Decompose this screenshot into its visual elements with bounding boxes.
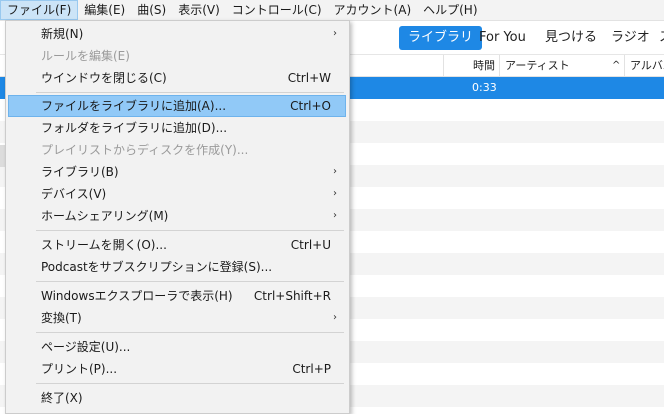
menu-item-shortcut: Ctrl+O [290,99,331,113]
menu-item-label: ルールを編集(E) [41,49,130,63]
menu-item-label: デバイス(V) [41,187,107,201]
column-album-label: アルバム [630,59,664,72]
menu-item-label: 終了(X) [41,391,83,405]
menu-item-home-sharing[interactable]: ホームシェアリング(M) › [8,205,346,227]
menu-item-new[interactable]: 新規(N) › [8,23,346,45]
column-time-label: 時間 [473,59,495,72]
menu-separator [36,230,344,231]
menu-item-print[interactable]: プリント(P)... Ctrl+P [8,358,346,380]
column-time[interactable]: 時間 [443,55,495,76]
submenu-arrow-icon: › [333,28,337,39]
row-time: 0:33 [472,81,497,94]
menu-bar: ファイル(F) 編集(E) 曲(S) 表示(V) コントロール(C) アカウント… [0,0,664,21]
menu-item-shortcut: Ctrl+U [290,238,331,252]
menu-account[interactable]: アカウント(A) [328,0,418,20]
menu-edit[interactable]: 編集(E) [78,0,131,20]
menu-item-label: ウインドウを閉じる(C) [41,71,167,85]
menu-item-add-file-to-library[interactable]: ファイルをライブラリに追加(A)... Ctrl+O [8,95,346,117]
submenu-arrow-icon: › [333,210,337,221]
menu-item-label: 新規(N) [41,27,84,41]
menu-item-label: プリント(P)... [41,362,118,376]
menu-help[interactable]: ヘルプ(H) [417,0,483,20]
tab-browse[interactable]: 見つける [536,26,606,50]
menu-item-close-window[interactable]: ウインドウを閉じる(C) Ctrl+W [8,67,346,89]
menu-item-library[interactable]: ライブラリ(B) › [8,161,346,183]
submenu-arrow-icon: › [333,312,337,323]
menu-item-show-in-explorer[interactable]: Windowsエクスプローラで表示(H) Ctrl+Shift+R [8,285,346,307]
submenu-arrow-icon: › [333,166,337,177]
menu-separator [36,92,344,93]
menu-item-burn-playlist: プレイリストからディスクを作成(Y)... [8,139,346,161]
menu-item-page-setup[interactable]: ページ設定(U)... [8,336,346,358]
menu-item-label: ファイルをライブラリに追加(A)... [41,99,227,113]
column-artist[interactable]: アーティスト ^ [499,55,625,76]
menu-separator [36,383,344,384]
menu-item-shortcut: Ctrl+P [292,362,331,376]
menu-separator [36,332,344,333]
menu-item-shortcut: Ctrl+Shift+R [253,289,331,303]
column-album[interactable]: アルバム [624,55,664,76]
menu-item-label: Windowsエクスプローラで表示(H) [41,289,233,303]
menu-song[interactable]: 曲(S) [131,0,172,20]
menu-item-convert[interactable]: 変換(T) › [8,307,346,329]
menu-item-label: ホームシェアリング(M) [41,209,169,223]
menu-item-label: ライブラリ(B) [41,165,119,179]
menu-item-subscribe-podcast[interactable]: Podcastをサブスクリプションに登録(S)... [8,256,346,278]
menu-item-label: プレイリストからディスクを作成(Y)... [41,143,249,157]
tab-for-you[interactable]: For You [470,26,535,50]
menu-item-open-stream[interactable]: ストリームを開く(O)... Ctrl+U [8,234,346,256]
column-artist-label: アーティスト [505,59,570,72]
submenu-arrow-icon: › [333,188,337,199]
menu-controls[interactable]: コントロール(C) [226,0,328,20]
menu-item-label: Podcastをサブスクリプションに登録(S)... [41,260,273,274]
menu-item-label: ストリームを開く(O)... [41,238,167,252]
tab-store[interactable]: ス [650,26,664,50]
menu-item-label: ページ設定(U)... [41,340,131,354]
menu-view[interactable]: 表示(V) [172,0,226,20]
menu-item-edit-rules: ルールを編集(E) [8,45,346,67]
menu-item-shortcut: Ctrl+W [287,71,331,85]
menu-item-devices[interactable]: デバイス(V) › [8,183,346,205]
menu-file[interactable]: ファイル(F) [0,0,79,20]
file-menu-dropdown: 新規(N) › ルールを編集(E) ウインドウを閉じる(C) Ctrl+W ファ… [5,20,350,414]
menu-item-label: フォルダをライブラリに追加(D)... [41,121,228,135]
menu-separator [36,281,344,282]
sort-ascending-icon: ^ [612,60,621,71]
menu-item-add-folder-to-library[interactable]: フォルダをライブラリに追加(D)... [8,117,346,139]
menu-item-label: 変換(T) [41,311,82,325]
menu-item-exit[interactable]: 終了(X) [8,387,346,409]
